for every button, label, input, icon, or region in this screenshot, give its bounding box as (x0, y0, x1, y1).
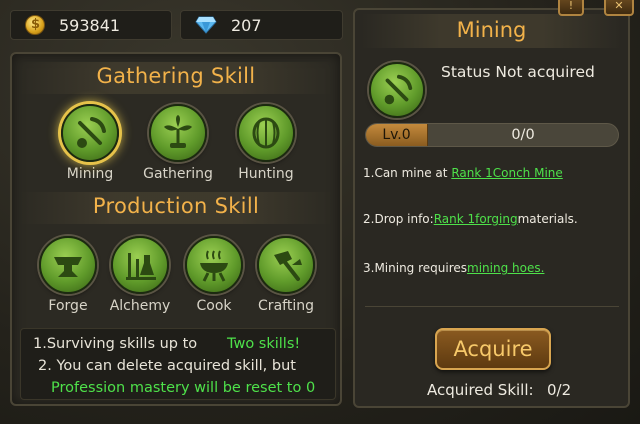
desc-line-3: 3.Mining requiresmining hoes. (363, 261, 625, 275)
gold-display: 593841 (10, 10, 172, 40)
skill-crafting-button[interactable] (257, 236, 315, 294)
detail-mining-badge (369, 62, 425, 118)
desc-line-2: 2.Drop info:Rank 1forgingmaterials. (363, 212, 625, 226)
game-frame: 593841 207 Gathering Skill Mining (0, 0, 640, 424)
desc-line-1: 1.Can mine at Rank 1Conch Mine (363, 166, 625, 180)
acquired-skill-count: 0/2 (547, 381, 572, 399)
status-line: Status Not acquired (441, 63, 595, 81)
level-progress-bar: Lv.0 0/0 (365, 123, 619, 147)
skill-hunting-label: Hunting (238, 166, 294, 182)
gem-display: 207 (180, 10, 343, 40)
level-badge: Lv.0 (366, 124, 428, 146)
diamond-icon (195, 16, 217, 34)
desc-1-text: 1.Can mine at (363, 166, 452, 180)
anvil-icon (54, 257, 82, 277)
skill-crafting-label: Crafting (258, 298, 314, 314)
acquired-skill-label: Acquired Skill: (427, 381, 534, 399)
skill-gathering[interactable]: Gathering (142, 104, 214, 182)
status-value: Not acquired (495, 63, 595, 81)
skill-list-panel: Gathering Skill Mining Gathering Hunting… (10, 52, 342, 406)
note-line-1-highlight: Two skills! (227, 336, 301, 352)
skill-cook-label: Cook (196, 298, 232, 314)
detail-divider (365, 306, 619, 307)
desc-2-suffix: materials. (517, 212, 578, 226)
status-label: Status (441, 63, 491, 81)
skill-hunting[interactable]: Hunting (230, 104, 302, 182)
production-skill-title: Production Skill (92, 194, 260, 218)
note-line-1: 1.Surviving skills up to (33, 336, 198, 352)
desc-2-text: 2.Drop info: (363, 212, 434, 226)
mining-hoes-link[interactable]: mining hoes. (467, 261, 544, 275)
skill-alchemy[interactable]: Alchemy (104, 236, 176, 314)
detail-title: Mining (456, 18, 527, 42)
skill-forge[interactable]: Forge (32, 236, 104, 314)
shell-icon (252, 117, 280, 149)
flask-icon (126, 253, 156, 280)
pickaxe-icon (384, 74, 413, 105)
skill-mining-button[interactable] (61, 104, 119, 162)
forging-link[interactable]: Rank 1forging (434, 212, 518, 226)
skill-notes-box: 1.Surviving skills up to Two skills! 2. … (20, 328, 336, 400)
skill-mining[interactable]: Mining (54, 104, 126, 182)
skill-gathering-label: Gathering (143, 166, 213, 182)
skill-cook-button[interactable] (185, 236, 243, 294)
skill-alchemy-label: Alchemy (109, 298, 171, 314)
level-progress-text: 0/0 (511, 127, 535, 143)
skill-forge-button[interactable] (39, 236, 97, 294)
skill-mining-label: Mining (66, 166, 114, 182)
close-corner-button[interactable]: ✕ (604, 0, 634, 16)
skill-alchemy-button[interactable] (111, 236, 169, 294)
conch-mine-link[interactable]: Rank 1Conch Mine (451, 166, 562, 180)
plant-icon (164, 115, 192, 148)
gem-amount: 207 (231, 15, 262, 35)
skill-detail-panel: Mining Status Not acquired Lv.0 0/0 1.Ca… (353, 8, 630, 408)
gathering-skill-title: Gathering Skill (96, 64, 256, 88)
detail-skill-icon (369, 62, 425, 118)
hammer-icon (274, 251, 302, 281)
skill-cook[interactable]: Cook (178, 236, 250, 314)
gold-amount: 593841 (59, 15, 121, 35)
info-corner-button[interactable]: ! (558, 0, 584, 16)
pickaxe-icon (77, 117, 106, 148)
skill-gathering-button[interactable] (149, 104, 207, 162)
desc-3-text: 3.Mining requires (363, 261, 468, 275)
note-line-2: 2. You can delete acquired skill, but (38, 358, 296, 374)
skill-hunting-button[interactable] (237, 104, 295, 162)
pot-icon (200, 250, 228, 282)
gold-coin-icon (25, 15, 45, 35)
acquire-button[interactable]: Acquire (435, 328, 551, 370)
skill-forge-label: Forge (48, 298, 88, 314)
skill-crafting[interactable]: Crafting (250, 236, 322, 314)
note-line-3: Profession mastery will be reset to 0 (51, 380, 316, 396)
